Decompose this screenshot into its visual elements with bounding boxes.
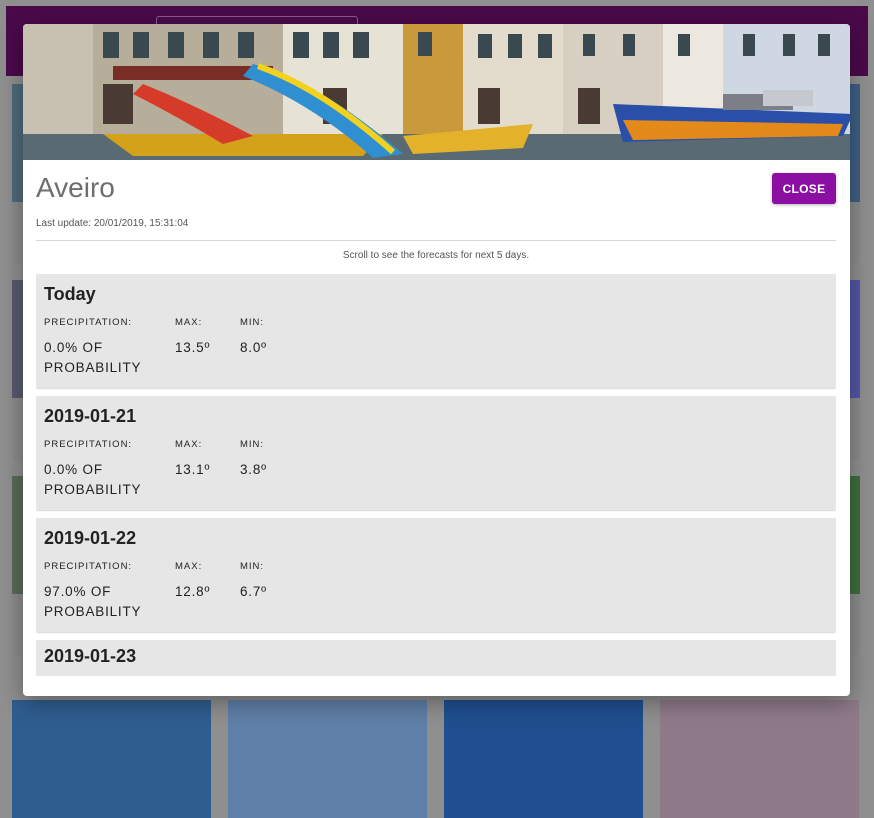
background-card — [850, 476, 860, 656]
max-temperature: 12.8º — [175, 584, 211, 599]
precipitation-label: PRECIPITATION: — [44, 561, 133, 572]
min-label: MIN: — [240, 439, 265, 450]
precipitation-value: 0.0% OF PROBABILITY — [44, 460, 141, 500]
forecast-list[interactable]: Today PRECIPITATION: MAX: MIN: 0.0% OF P… — [36, 274, 836, 676]
precipitation-percent: 0.0% OF — [44, 462, 103, 477]
precipitation-percent: 97.0% OF — [44, 584, 112, 599]
min-temperature: 8.0º — [240, 340, 267, 355]
precipitation-word: PROBABILITY — [44, 604, 142, 619]
precipitation-word: PROBABILITY — [44, 482, 142, 497]
min-temperature: 3.8º — [240, 462, 267, 477]
forecast-date: 2019-01-22 — [44, 528, 137, 548]
forecast-card: 2019-01-21 PRECIPITATION: MAX: MIN: 0.0%… — [36, 396, 836, 510]
max-temperature: 13.5º — [175, 340, 211, 355]
min-label: MIN: — [240, 317, 265, 328]
precipitation-value: 0.0% OF PROBABILITY — [44, 338, 141, 378]
forecast-date: Today — [44, 284, 96, 304]
precipitation-value: 97.0% OF PROBABILITY — [44, 582, 141, 622]
forecast-card: 2019-01-22 PRECIPITATION: MAX: MIN: 97.0… — [36, 518, 836, 632]
max-label: MAX: — [175, 561, 203, 572]
forecast-card: 2019-01-23 — [36, 640, 836, 676]
precipitation-label: PRECIPITATION: — [44, 317, 133, 328]
background-card — [660, 700, 859, 818]
divider — [36, 240, 836, 241]
precipitation-percent: 0.0% OF — [44, 340, 103, 355]
max-label: MAX: — [175, 439, 203, 450]
background-card — [228, 700, 427, 818]
min-temperature: 6.7º — [240, 584, 267, 599]
city-hero-image — [23, 24, 850, 160]
precipitation-word: PROBABILITY — [44, 360, 142, 375]
min-label: MIN: — [240, 561, 265, 572]
forecast-date: 2019-01-21 — [44, 406, 137, 426]
background-card — [850, 280, 860, 460]
city-forecast-modal: Aveiro CLOSE Last update: 20/01/2019, 15… — [23, 24, 850, 696]
max-label: MAX: — [175, 317, 203, 328]
close-button[interactable]: CLOSE — [772, 173, 836, 204]
last-update-text: Last update: 20/01/2019, 15:31:04 — [36, 218, 189, 229]
background-card — [850, 84, 860, 264]
max-temperature: 13.1º — [175, 462, 211, 477]
forecast-date: 2019-01-23 — [44, 646, 137, 666]
precipitation-label: PRECIPITATION: — [44, 439, 133, 450]
background-card — [12, 700, 211, 818]
scroll-hint: Scroll to see the forecasts for next 5 d… — [342, 250, 530, 261]
background-card — [444, 700, 643, 818]
city-title: Aveiro — [36, 172, 115, 203]
forecast-card: Today PRECIPITATION: MAX: MIN: 0.0% OF P… — [36, 274, 836, 388]
